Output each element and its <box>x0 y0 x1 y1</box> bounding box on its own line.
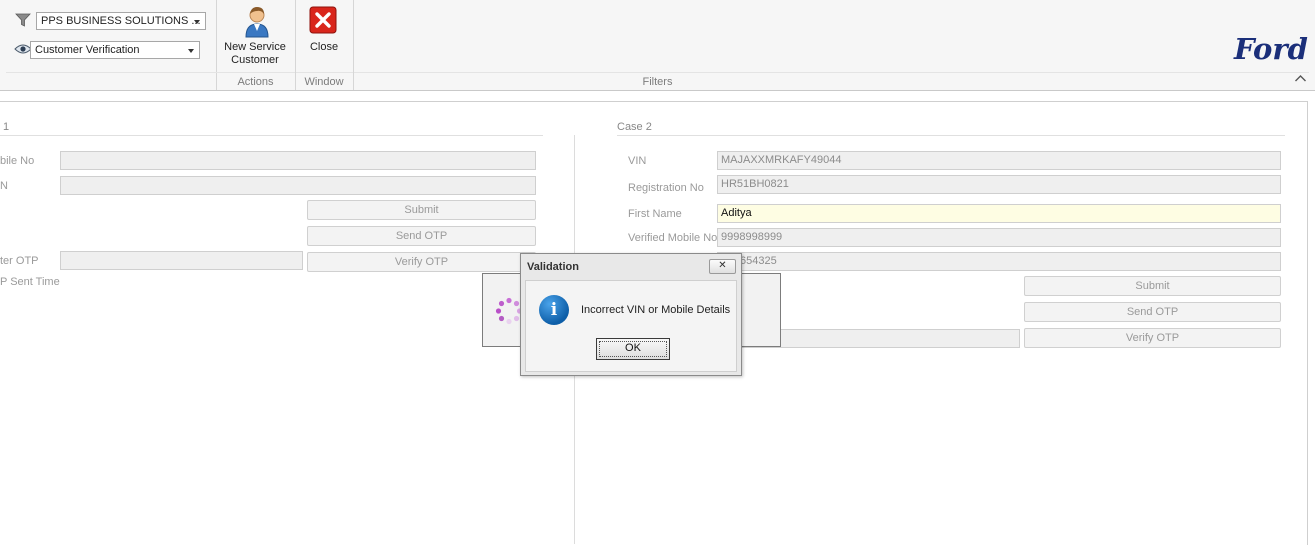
case1-mobile-label: bile No <box>0 155 35 167</box>
ribbon: PPS BUSINESS SOLUTIONS ... Customer Veri… <box>0 0 1315 91</box>
close-window-label: Close <box>309 41 339 53</box>
filter-icon <box>15 12 31 31</box>
case2-partial-input[interactable]: 654325 <box>717 252 1281 271</box>
ford-logo-lettering: Ford <box>1233 32 1308 66</box>
new-service-customer-label-1: New Service <box>224 41 286 53</box>
validation-dialog: Validation ✕ i Incorrect VIN or Mobile D… <box>520 253 742 376</box>
window-group: Close Window <box>295 0 354 90</box>
view-combo[interactable]: Customer Verification <box>30 41 200 59</box>
case1-send-otp-button[interactable]: Send OTP <box>307 226 536 246</box>
person-icon <box>241 4 273 41</box>
close-window-button[interactable]: Close <box>301 4 347 58</box>
chevron-down-icon <box>188 49 194 53</box>
actions-group: New Service Customer Actions <box>216 0 296 90</box>
new-service-customer-button[interactable]: New Service Customer <box>221 4 289 68</box>
chevron-down-icon <box>194 20 200 24</box>
close-icon <box>309 6 337 37</box>
filters-caption: Filters <box>642 76 673 88</box>
company-combo[interactable]: PPS BUSINESS SOLUTIONS ... <box>36 12 206 30</box>
view-combo-value: Customer Verification <box>35 44 140 56</box>
dialog-close-button[interactable]: ✕ <box>709 259 736 274</box>
dialog-body: i Incorrect VIN or Mobile Details OK <box>525 280 737 372</box>
case2-first-name-input[interactable]: Aditya <box>717 204 1281 223</box>
case2-send-otp-button[interactable]: Send OTP <box>1024 302 1281 322</box>
case2-submit-button[interactable]: Submit <box>1024 276 1281 296</box>
company-combo-value: PPS BUSINESS SOLUTIONS ... <box>41 15 201 27</box>
case1-mobile-input[interactable] <box>60 151 536 170</box>
case2-verify-otp-button[interactable]: Verify OTP <box>1024 328 1281 348</box>
ok-button[interactable]: OK <box>596 338 670 360</box>
dialog-message: Incorrect VIN or Mobile Details <box>581 304 731 316</box>
ford-logo: Ford <box>1232 32 1308 66</box>
info-icon: i <box>539 295 569 325</box>
case2-first-name-label: First Name <box>628 208 682 220</box>
new-service-customer-label-2: Customer <box>231 54 279 66</box>
case1-submit-button[interactable]: Submit <box>307 200 536 220</box>
case2-vin-input[interactable]: MAJAXXMRKAFY49044 <box>717 151 1281 170</box>
close-icon: ✕ <box>718 260 727 271</box>
case2-registration-input[interactable]: HR51BH0821 <box>717 175 1281 194</box>
spinner-icon <box>495 297 523 328</box>
case1-otp-sent-time-label: P Sent Time <box>0 276 60 288</box>
case1-vin-label: N <box>0 180 8 192</box>
case2-registration-label: Registration No <box>628 182 704 194</box>
window-caption: Window <box>304 76 344 88</box>
case2-title: Case 2 <box>617 121 652 133</box>
dialog-title: Validation <box>527 261 579 273</box>
case1-verify-otp-button[interactable]: Verify OTP <box>307 252 536 272</box>
case1-title: 1 <box>3 121 10 133</box>
case2-verified-mobile-label: Verified Mobile No <box>628 232 718 244</box>
case1-otp-label: ter OTP <box>0 255 39 267</box>
actions-caption: Actions <box>237 76 274 88</box>
case2-verified-mobile-input[interactable]: 9998998999 <box>717 228 1281 247</box>
case1-vin-input[interactable] <box>60 176 536 195</box>
collapse-ribbon-icon[interactable] <box>1294 74 1307 86</box>
case2-vin-label: VIN <box>628 155 647 167</box>
case1-otp-input[interactable] <box>60 251 303 270</box>
